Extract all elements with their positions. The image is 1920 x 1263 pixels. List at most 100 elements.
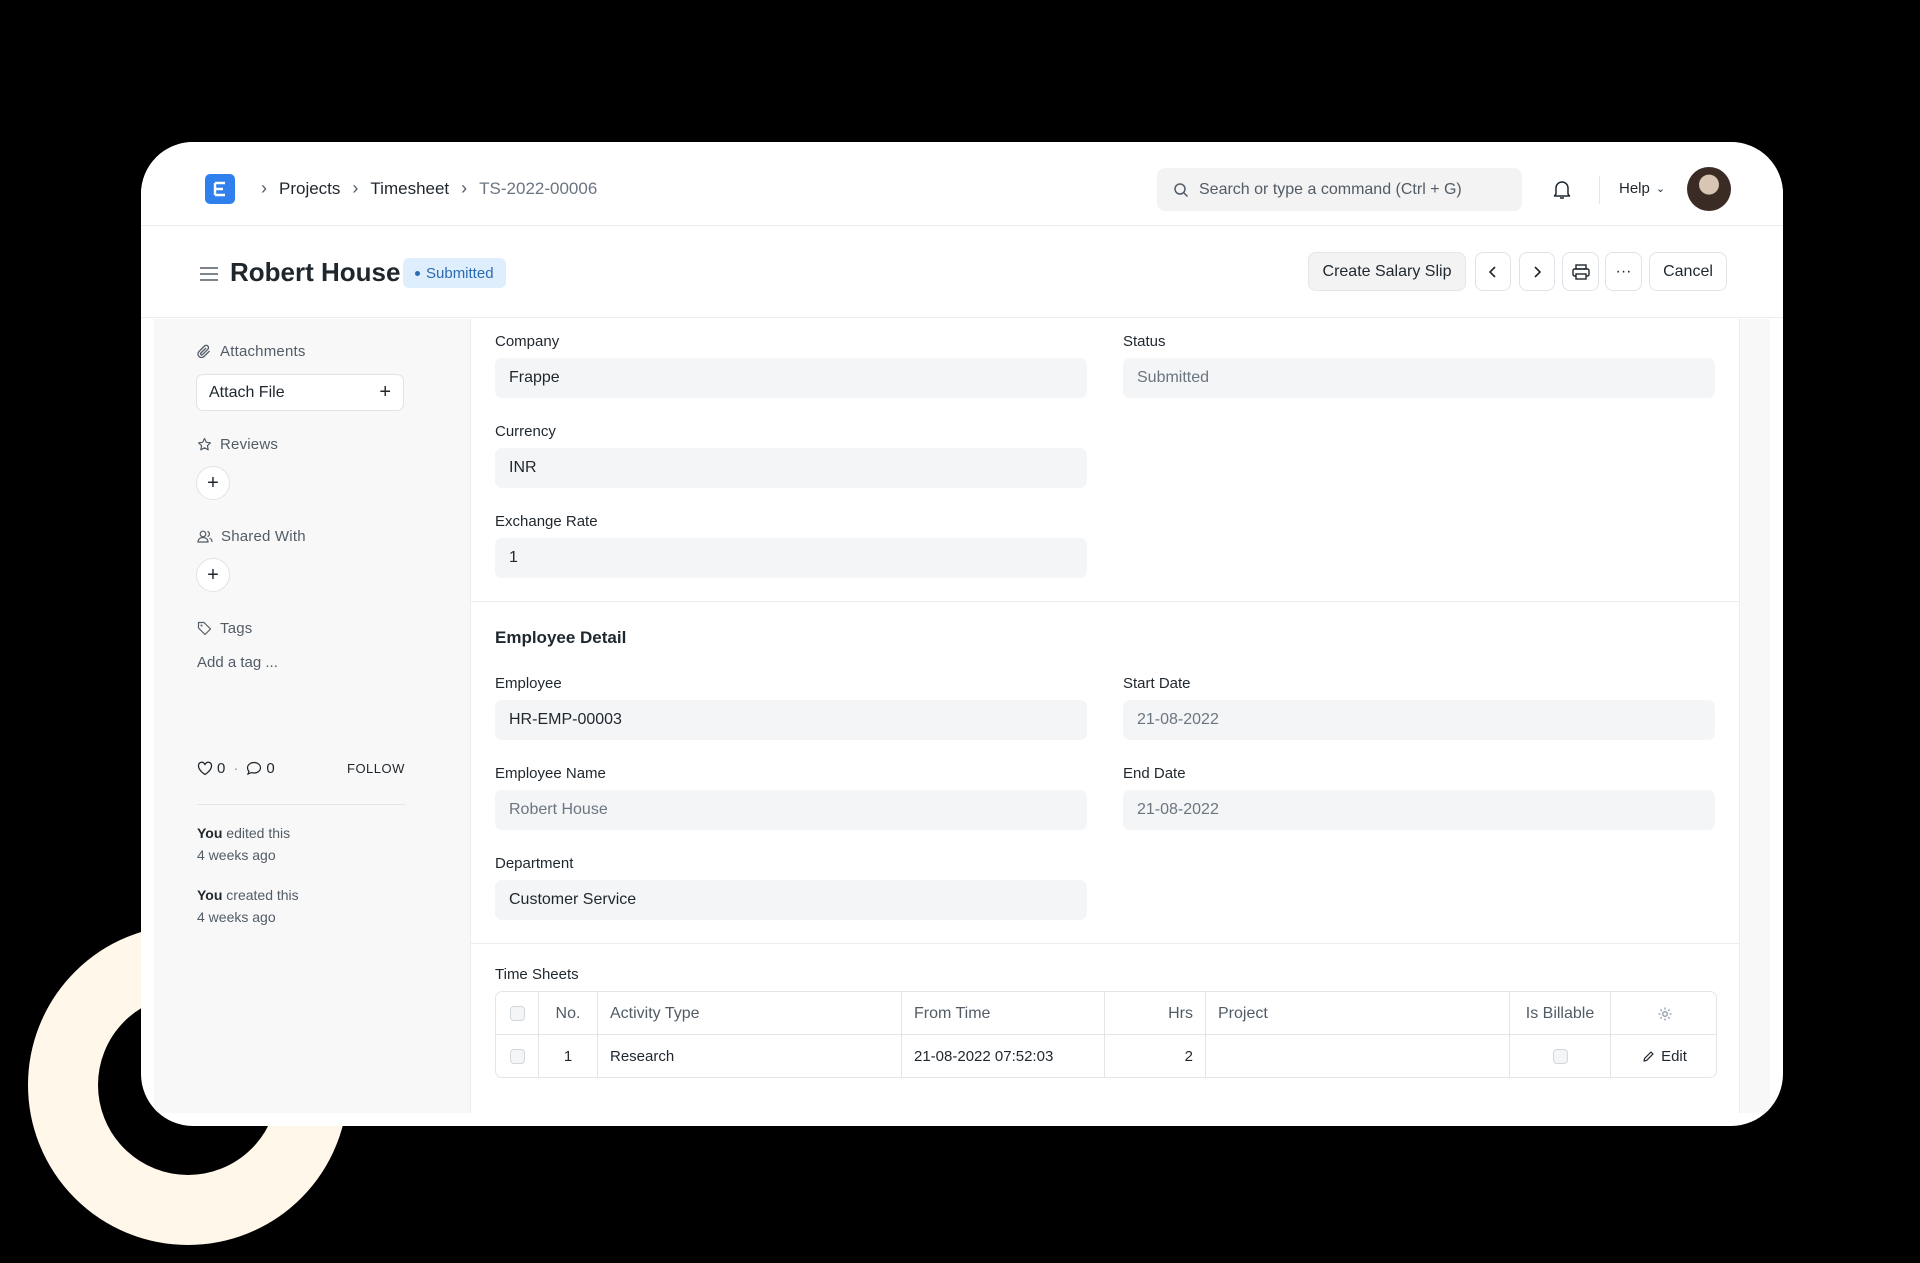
employee-field[interactable]: HR-EMP-00003 — [495, 700, 1087, 740]
breadcrumb: › Projects › Timesheet › TS-2022-00006 — [249, 178, 597, 199]
tags-label: Tags — [220, 620, 253, 637]
star-icon — [198, 437, 211, 451]
plus-icon: + — [379, 381, 391, 403]
activity-item: You created this 4 weeks ago — [197, 884, 299, 928]
page-head: Robert House Submitted Create Salary Sli… — [141, 226, 1783, 318]
form-main: Company Frappe Status Submitted Currency… — [470, 319, 1740, 1113]
activity-action: edited this — [226, 825, 291, 841]
cell-no: 1 — [538, 1035, 597, 1077]
status-label: Status — [1123, 333, 1166, 350]
add-share-button[interactable]: + — [196, 558, 230, 592]
table-row[interactable]: 1 Research 21-08-2022 07:52:03 2 Edit — [496, 1035, 1716, 1077]
page-body: Attachments Attach File + Reviews + Shar… — [154, 319, 1770, 1113]
likes-comments: 0 · 0 — [197, 760, 275, 777]
column-header-is-billable: Is Billable — [1509, 992, 1610, 1035]
plus-icon: + — [207, 563, 219, 586]
app-logo-icon[interactable] — [205, 174, 235, 204]
section-divider — [471, 943, 1739, 944]
heart-icon[interactable] — [197, 761, 213, 776]
divider — [197, 804, 405, 805]
cell-activity-type[interactable]: Research — [597, 1035, 901, 1077]
employee-name-label: Employee Name — [495, 765, 606, 782]
cell-project[interactable] — [1205, 1035, 1509, 1077]
previous-record-button[interactable] — [1475, 252, 1511, 291]
activity-user: You — [197, 887, 223, 903]
notification-bell-icon[interactable] — [1551, 178, 1573, 205]
cell-from-time[interactable]: 21-08-2022 07:52:03 — [901, 1035, 1104, 1077]
add-review-button[interactable]: + — [196, 466, 230, 500]
status-field: Submitted — [1123, 358, 1715, 398]
row-select-cell — [496, 1035, 538, 1077]
exchange-rate-field[interactable]: 1 — [495, 538, 1087, 578]
navbar: › Projects › Timesheet › TS-2022-00006 H… — [141, 142, 1783, 226]
attach-file-label: Attach File — [209, 383, 285, 401]
reviews-section-label: Reviews — [197, 436, 278, 453]
likes-count: 0 — [217, 760, 226, 777]
search-bar[interactable] — [1157, 168, 1522, 211]
shared-with-label: Shared With — [221, 528, 306, 545]
app-window: › Projects › Timesheet › TS-2022-00006 H… — [141, 142, 1783, 1126]
gear-icon — [1658, 1007, 1671, 1020]
page-title: Robert House — [230, 257, 401, 287]
end-date-label: End Date — [1123, 765, 1186, 782]
row-edit-button[interactable]: Edit — [1610, 1035, 1716, 1077]
chevron-right-icon — [1534, 265, 1542, 278]
column-header-hrs: Hrs — [1104, 992, 1205, 1035]
create-salary-slip-button[interactable]: Create Salary Slip — [1308, 252, 1466, 291]
time-sheets-table: No. Activity Type From Time Hrs Project … — [495, 991, 1717, 1078]
start-date-field: 21-08-2022 — [1123, 700, 1715, 740]
cancel-button[interactable]: Cancel — [1649, 252, 1727, 291]
chevron-right-icon: › — [461, 178, 468, 198]
help-label: Help — [1619, 180, 1650, 197]
breadcrumb-projects[interactable]: Projects — [279, 179, 340, 199]
follow-button[interactable]: FOLLOW — [347, 761, 405, 776]
attachments-label: Attachments — [220, 343, 306, 360]
add-tag-link[interactable]: Add a tag ... — [197, 654, 278, 671]
breadcrumb-current[interactable]: TS-2022-00006 — [479, 179, 597, 199]
printer-icon — [1571, 263, 1590, 280]
employee-label: Employee — [495, 675, 562, 692]
company-label: Company — [495, 333, 560, 350]
select-all-checkbox[interactable] — [509, 1006, 525, 1021]
section-title-employee-detail[interactable]: Employee Detail — [495, 628, 626, 648]
activity-item: You edited this 4 weeks ago — [197, 822, 290, 866]
chevron-right-icon: › — [261, 178, 267, 198]
paperclip-icon — [197, 344, 210, 359]
sidebar-toggle-icon[interactable] — [199, 266, 219, 287]
attachments-section-label: Attachments — [197, 343, 306, 360]
comments-count: 0 — [266, 760, 275, 777]
exchange-rate-label: Exchange Rate — [495, 513, 598, 530]
attach-file-button[interactable]: Attach File + — [196, 374, 404, 411]
department-field[interactable]: Customer Service — [495, 880, 1087, 920]
more-actions-button[interactable]: ··· — [1605, 252, 1642, 291]
print-button[interactable] — [1562, 252, 1599, 291]
tags-section-label: Tags — [197, 620, 253, 637]
cell-is-billable — [1509, 1035, 1610, 1077]
column-header-from-time: From Time — [901, 992, 1104, 1035]
department-label: Department — [495, 855, 574, 872]
divider — [1599, 176, 1600, 204]
company-field[interactable]: Frappe — [495, 358, 1087, 398]
comment-icon[interactable] — [246, 761, 262, 776]
column-settings-button[interactable] — [1610, 992, 1716, 1035]
form-sidebar: Attachments Attach File + Reviews + Shar… — [154, 319, 457, 1113]
currency-label: Currency — [495, 423, 556, 440]
shared-with-section-label: Shared With — [197, 528, 306, 545]
status-badge-label: Submitted — [426, 264, 494, 282]
status-dot-icon — [415, 270, 420, 276]
search-input[interactable] — [1199, 180, 1499, 199]
activity-action: created this — [226, 887, 299, 903]
breadcrumb-timesheet[interactable]: Timesheet — [370, 179, 449, 199]
currency-field[interactable]: INR — [495, 448, 1087, 488]
row-checkbox[interactable] — [509, 1049, 525, 1064]
separator-dot: · — [233, 760, 239, 777]
cell-hrs[interactable]: 2 — [1104, 1035, 1205, 1077]
next-record-button[interactable] — [1519, 252, 1555, 291]
chevron-right-icon: › — [352, 178, 359, 198]
user-avatar[interactable] — [1687, 167, 1731, 211]
search-icon — [1174, 182, 1189, 197]
is-billable-checkbox[interactable] — [1552, 1049, 1568, 1064]
help-dropdown[interactable]: Help ⌄ — [1619, 180, 1665, 197]
start-date-label: Start Date — [1123, 675, 1191, 692]
table-header: No. Activity Type From Time Hrs Project … — [496, 992, 1716, 1035]
